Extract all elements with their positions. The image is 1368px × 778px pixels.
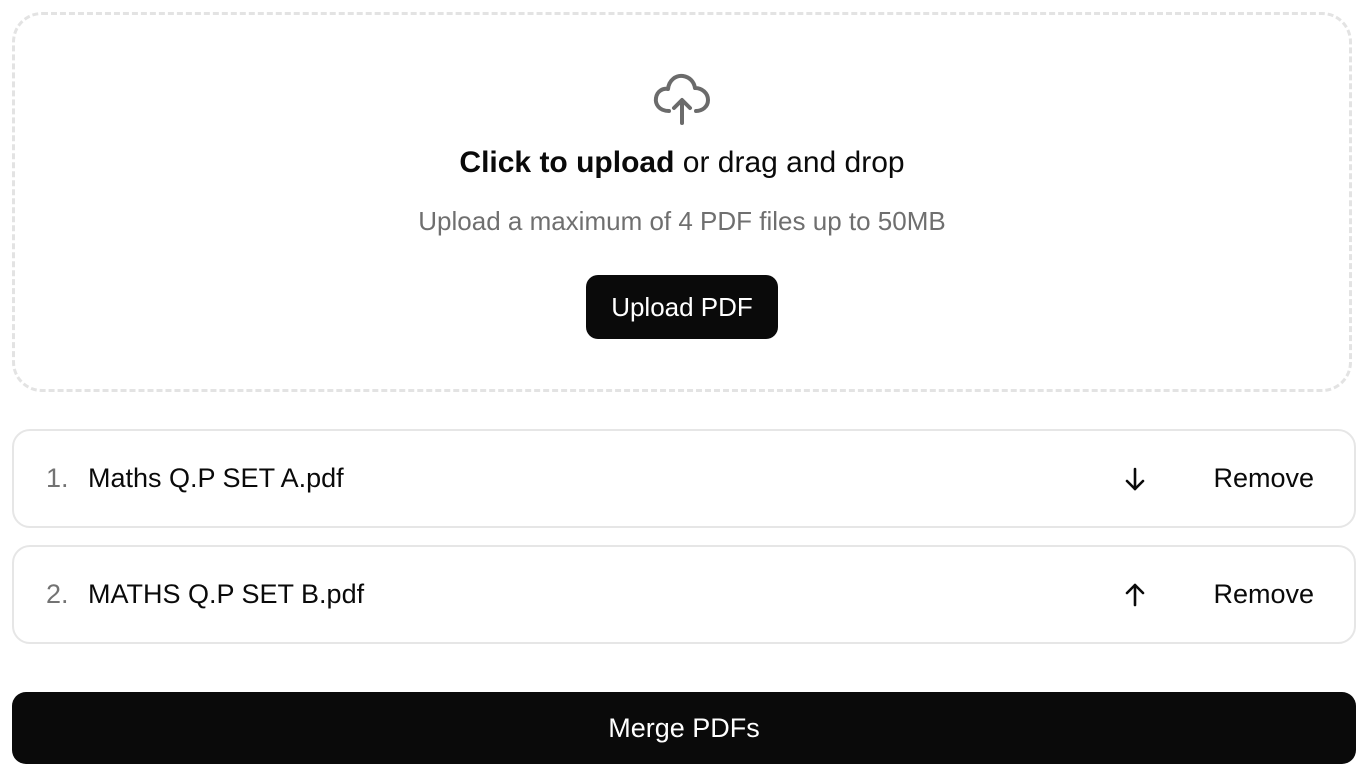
pdf-merge-page: Click to upload or drag and drop Upload … — [0, 0, 1368, 778]
file-name: Maths Q.P SET A.pdf — [88, 463, 344, 493]
move-up-button[interactable] — [1118, 578, 1152, 612]
file-index: 2. — [46, 579, 69, 609]
click-to-upload-text[interactable]: Click to upload — [459, 146, 674, 179]
upload-limit-text: Upload a maximum of 4 PDF files up to 50… — [418, 206, 946, 236]
file-list-item: 1. Maths Q.P SET A.pdf Remove — [12, 429, 1356, 528]
remove-file-button[interactable]: Remove — [1213, 463, 1314, 494]
arrow-down-icon — [1125, 467, 1145, 490]
drag-drop-text: or drag and drop — [674, 146, 905, 179]
upload-dropzone[interactable]: Click to upload or drag and drop Upload … — [12, 12, 1352, 392]
merge-pdfs-button[interactable]: Merge PDFs — [12, 692, 1356, 764]
file-name: MATHS Q.P SET B.pdf — [88, 579, 365, 609]
remove-file-button[interactable]: Remove — [1213, 579, 1314, 610]
upload-headline: Click to upload or drag and drop — [459, 145, 904, 181]
cloud-upload-icon — [653, 73, 710, 125]
arrow-up-icon — [1125, 583, 1145, 606]
upload-pdf-button[interactable]: Upload PDF — [586, 275, 778, 339]
file-list-item: 2. MATHS Q.P SET B.pdf Remove — [12, 545, 1356, 644]
move-down-button[interactable] — [1118, 462, 1152, 496]
file-index: 1. — [46, 463, 69, 493]
